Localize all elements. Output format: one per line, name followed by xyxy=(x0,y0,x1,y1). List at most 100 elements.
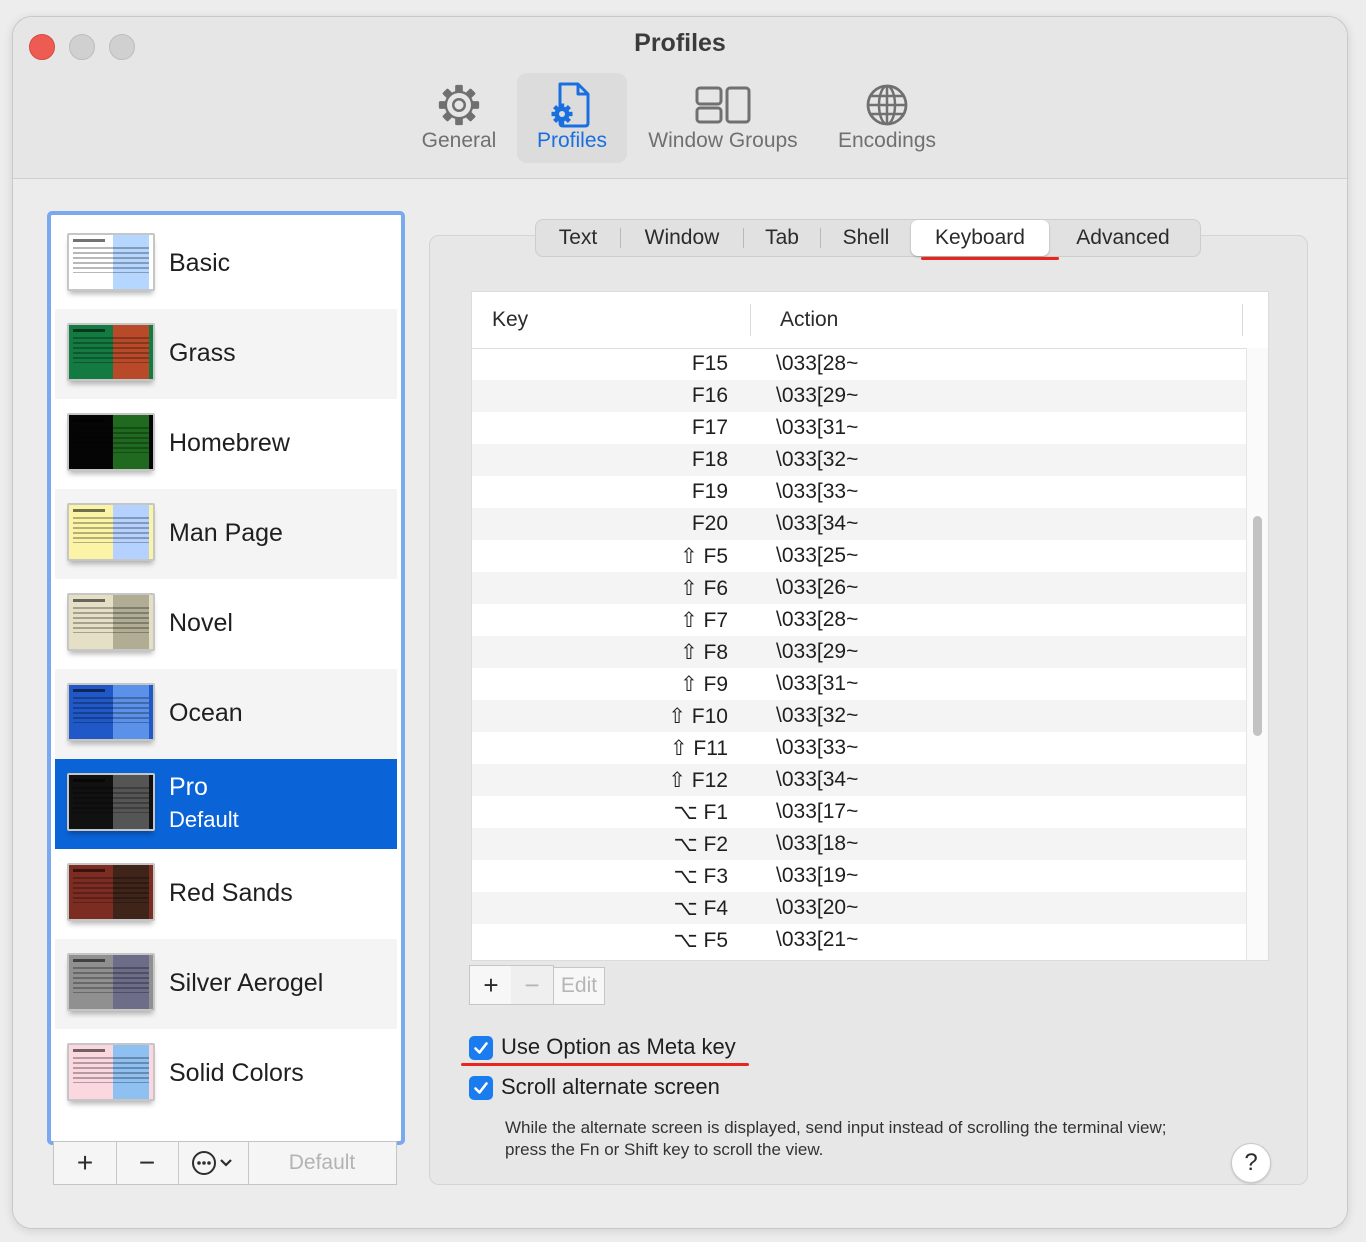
action-cell: \033[28~ xyxy=(776,352,859,375)
action-cell: \033[33~ xyxy=(776,736,859,759)
toolbar-encodings[interactable]: Encodings xyxy=(825,73,949,163)
table-row[interactable]: F17 \033[31~ xyxy=(472,412,1246,444)
key-cell: F18 xyxy=(691,448,728,471)
table-row[interactable]: ⌥ F2 \033[18~ xyxy=(472,828,1246,860)
profile-item[interactable]: Solid Colors xyxy=(55,1029,397,1119)
profile-item[interactable]: Red Sands xyxy=(55,849,397,939)
action-cell: \033[26~ xyxy=(776,576,859,599)
action-cell: \033[17~ xyxy=(776,800,859,823)
profile-item[interactable]: Grass xyxy=(55,309,397,399)
profile-item[interactable]: Basic xyxy=(55,219,397,309)
table-row[interactable]: ⇧ F12 \033[34~ xyxy=(472,764,1246,796)
profile-item[interactable]: Ocean xyxy=(55,669,397,759)
profile-thumbnail xyxy=(67,1043,155,1101)
table-row[interactable]: F15 \033[28~ xyxy=(472,348,1246,380)
key-cell: ⌥ F2 xyxy=(673,833,728,856)
action-cell: \033[32~ xyxy=(776,448,859,471)
default-profile-label: Default xyxy=(169,807,239,832)
column-header-action[interactable]: Action xyxy=(780,308,838,332)
profile-thumbnail xyxy=(67,323,155,381)
scroll-alternate-screen-label[interactable]: Scroll alternate screen xyxy=(501,1074,720,1100)
content-area: Basic Grass Homebrew Man Page Novel Ocea… xyxy=(13,179,1347,1228)
profile-actions-button[interactable] xyxy=(178,1142,249,1184)
toolbar-profiles[interactable]: Profiles xyxy=(517,73,627,163)
table-row[interactable]: F18 \033[32~ xyxy=(472,444,1246,476)
profile-name: Red Sands xyxy=(169,879,293,907)
profile-thumbnail xyxy=(67,593,155,651)
set-default-profile-button[interactable]: Default xyxy=(248,1142,396,1184)
scroll-alternate-description: While the alternate screen is displayed,… xyxy=(505,1118,1167,1159)
table-row[interactable]: ⌥ F3 \033[19~ xyxy=(472,860,1246,892)
profile-name: Grass xyxy=(169,339,236,367)
table-row[interactable]: ⇧ F9 \033[31~ xyxy=(472,668,1246,700)
table-row[interactable]: ⇧ F11 \033[33~ xyxy=(472,732,1246,764)
profile-list-toolbar: + − Default xyxy=(53,1141,397,1185)
key-cell: ⇧ F9 xyxy=(680,673,728,696)
tab-keyboard[interactable]: Keyboard xyxy=(911,220,1049,256)
action-cell: \033[25~ xyxy=(776,544,859,567)
profile-item[interactable]: Man Page xyxy=(55,489,397,579)
table-row[interactable]: ⇧ F6 \033[26~ xyxy=(472,572,1246,604)
toolbar-general-label: General xyxy=(421,129,497,152)
profile-document-icon xyxy=(517,79,627,131)
profile-name: Pro xyxy=(169,773,208,801)
toolbar-window-groups[interactable]: Window Groups xyxy=(635,73,811,163)
table-row[interactable]: ⇧ F8 \033[29~ xyxy=(472,636,1246,668)
key-cell: F19 xyxy=(691,480,728,503)
window-groups-icon xyxy=(635,79,811,131)
table-row[interactable]: ⌥ F5 \033[21~ xyxy=(472,924,1246,956)
globe-icon xyxy=(825,79,949,131)
scroll-alternate-screen-checkbox[interactable] xyxy=(469,1076,493,1100)
table-row[interactable]: F20 \033[34~ xyxy=(472,508,1246,540)
profile-list[interactable]: Basic Grass Homebrew Man Page Novel Ocea… xyxy=(47,211,405,1145)
table-row[interactable]: ⇧ F10 \033[32~ xyxy=(472,700,1246,732)
key-cell: ⌥ F3 xyxy=(673,865,728,888)
key-cell: ⇧ F8 xyxy=(680,641,728,664)
key-cell: F15 xyxy=(691,352,728,375)
tab-advanced[interactable]: Advanced xyxy=(1049,220,1197,256)
use-option-as-meta-checkbox[interactable] xyxy=(469,1036,493,1060)
scrollbar-thumb[interactable] xyxy=(1253,516,1262,736)
column-header-key[interactable]: Key xyxy=(492,308,528,332)
profile-item[interactable]: Novel xyxy=(55,579,397,669)
key-cell: F20 xyxy=(691,512,728,535)
key-cell: ⇧ F11 xyxy=(669,737,728,760)
action-cell: \033[18~ xyxy=(776,832,859,855)
profile-item[interactable]: Silver Aerogel xyxy=(55,939,397,1029)
checkmark-icon xyxy=(474,1042,488,1054)
edit-key-binding-button[interactable]: Edit xyxy=(553,967,605,1005)
profile-item[interactable]: Homebrew xyxy=(55,399,397,489)
action-cell: \033[20~ xyxy=(776,896,859,919)
help-button[interactable]: ? xyxy=(1231,1143,1271,1183)
profile-thumbnail xyxy=(67,773,155,831)
key-bindings-table[interactable]: Key Action F15 \033[28~ F16 \033[29~ F17 \0… xyxy=(471,291,1269,961)
table-row[interactable]: ⌥ F1 \033[17~ xyxy=(472,796,1246,828)
table-row[interactable]: ⇧ F5 \033[25~ xyxy=(472,540,1246,572)
remove-key-binding-button[interactable]: − xyxy=(511,965,554,1005)
table-row[interactable]: F19 \033[33~ xyxy=(472,476,1246,508)
add-key-binding-button[interactable]: + xyxy=(469,965,513,1005)
action-cell: \033[19~ xyxy=(776,864,859,887)
tab-window[interactable]: Window xyxy=(621,220,743,256)
tab-text[interactable]: Text xyxy=(536,220,620,256)
action-cell: \033[21~ xyxy=(776,928,859,951)
table-scrollbar[interactable] xyxy=(1246,348,1268,960)
table-row[interactable]: ⌥ F4 \033[20~ xyxy=(472,892,1246,924)
profile-name: Homebrew xyxy=(169,429,290,457)
table-row[interactable]: F16 \033[29~ xyxy=(472,380,1246,412)
profile-thumbnail xyxy=(67,413,155,471)
profile-item-selected[interactable]: Pro Default xyxy=(55,759,397,849)
use-option-as-meta-label[interactable]: Use Option as Meta key xyxy=(501,1034,736,1060)
table-row[interactable]: ⇧ F7 \033[28~ xyxy=(472,604,1246,636)
add-profile-button[interactable]: + xyxy=(54,1142,117,1184)
profile-name: Solid Colors xyxy=(169,1059,304,1087)
action-cell: \033[29~ xyxy=(776,640,859,663)
remove-profile-button[interactable]: − xyxy=(116,1142,179,1184)
tab-tab[interactable]: Tab xyxy=(744,220,820,256)
toolbar-general[interactable]: General xyxy=(409,73,509,163)
tab-shell[interactable]: Shell xyxy=(821,220,911,256)
profile-thumbnail xyxy=(67,863,155,921)
key-cell: ⇧ F10 xyxy=(668,705,728,728)
gear-icon xyxy=(409,79,509,131)
profile-name: Basic xyxy=(169,249,231,277)
